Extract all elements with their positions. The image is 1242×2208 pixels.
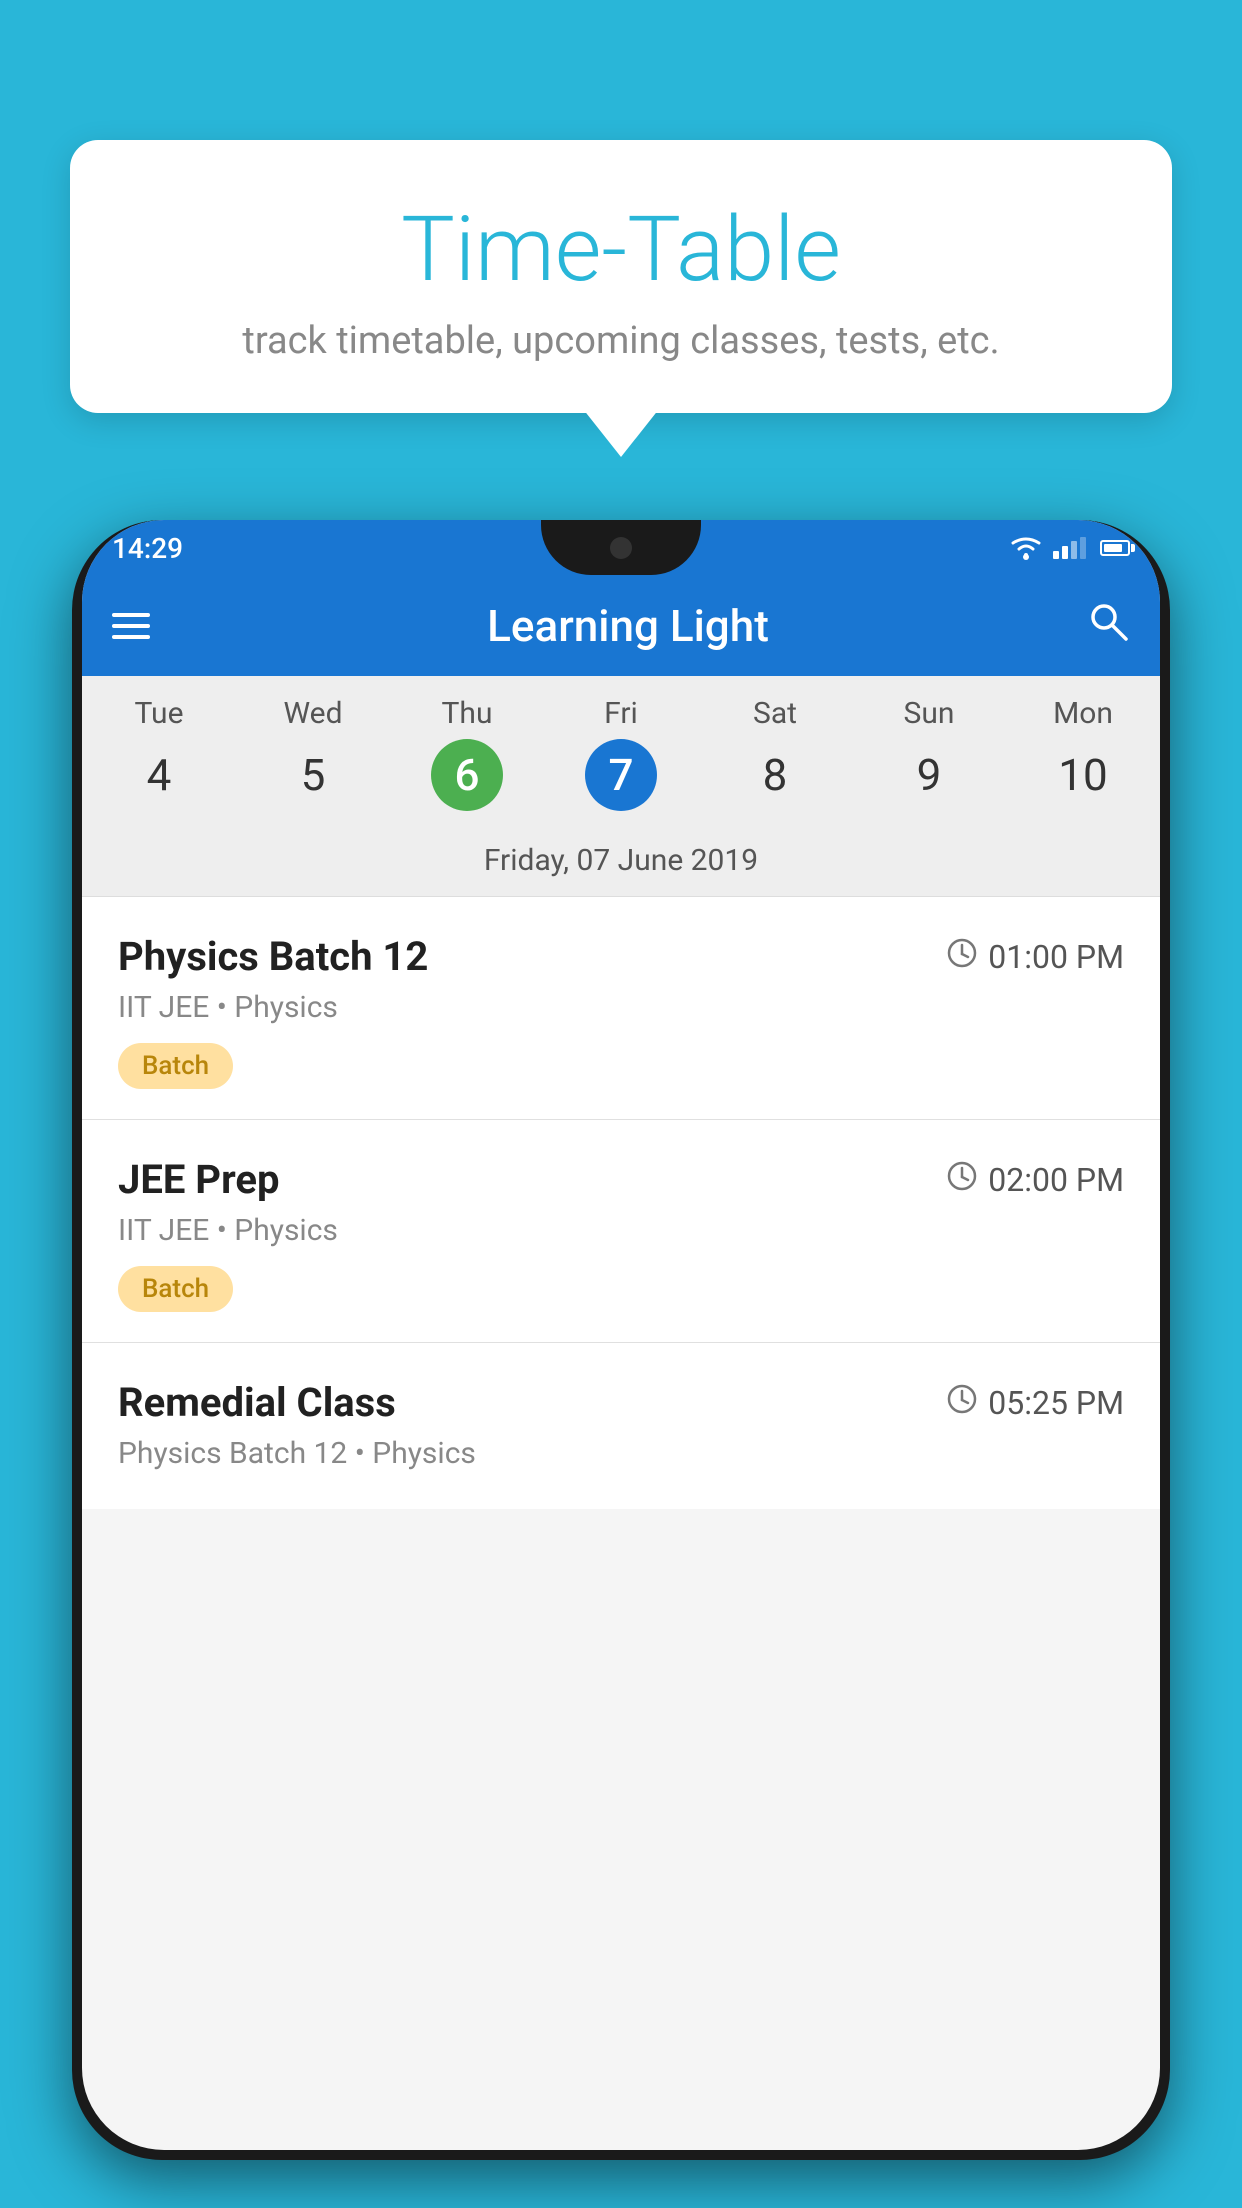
signal-icon [1053,537,1086,559]
day-numbers: 4 5 6 7 8 9 10 [82,731,1160,831]
schedule-item-1[interactable]: Physics Batch 12 01:00 PM [82,897,1160,1120]
schedule-item-3-title: Remedial Class [118,1379,396,1426]
day-8[interactable]: 8 [698,749,852,801]
day-5[interactable]: 5 [236,749,390,801]
schedule-item-3-time: 05:25 PM [946,1383,1124,1423]
phone-wrapper: 14:29 [72,520,1170,2208]
schedule-list: Physics Batch 12 01:00 PM [82,897,1160,1509]
phone-screen: 14:29 [82,520,1160,2150]
schedule-item-1-header: Physics Batch 12 01:00 PM [118,933,1124,980]
day-7-selected[interactable]: 7 [544,739,698,811]
clock-icon-2 [946,1160,978,1200]
phone-frame: 14:29 [72,520,1170,2160]
clock-icon-1 [946,937,978,977]
day-header-wed: Wed [236,696,390,731]
speech-bubble: Time-Table track timetable, upcoming cla… [70,140,1172,413]
schedule-item-1-time: 01:00 PM [946,937,1124,977]
schedule-item-2-title: JEE Prep [118,1156,279,1203]
calendar-strip: Tue Wed Thu Fri Sat Sun Mon 4 5 6 7 [82,676,1160,897]
day-header-tue: Tue [82,696,236,731]
search-button[interactable] [1086,599,1130,654]
camera-dot [610,537,632,559]
day-header-sat: Sat [698,696,852,731]
schedule-item-2-header: JEE Prep 02:00 PM [118,1156,1124,1203]
schedule-item-3[interactable]: Remedial Class 05:25 PM [82,1343,1160,1509]
notch [541,520,701,575]
schedule-item-3-time-text: 05:25 PM [988,1384,1124,1422]
day-header-thu: Thu [390,696,544,731]
day-6-today[interactable]: 6 [390,739,544,811]
schedule-item-2-time-text: 02:00 PM [988,1161,1124,1199]
selected-date: Friday, 07 June 2019 [82,831,1160,897]
status-bar: 14:29 [82,520,1160,576]
bubble-title: Time-Table [110,200,1132,299]
schedule-item-2-badge: Batch [118,1266,233,1312]
day-header-sun: Sun [852,696,1006,731]
schedule-item-1-time-text: 01:00 PM [988,938,1124,976]
clock-icon-3 [946,1383,978,1423]
schedule-item-3-sub: Physics Batch 12 • Physics [118,1436,1124,1471]
battery-icon [1100,540,1130,556]
status-time: 14:29 [112,532,183,565]
day-9[interactable]: 9 [852,749,1006,801]
app-title: Learning Light [200,600,1056,652]
schedule-item-1-badge: Batch [118,1043,233,1089]
hamburger-menu-button[interactable] [112,613,150,639]
wifi-icon [1009,535,1043,561]
schedule-item-2-time: 02:00 PM [946,1160,1124,1200]
app-bar: Learning Light [82,576,1160,676]
schedule-item-2[interactable]: JEE Prep 02:00 PM [82,1120,1160,1343]
day-4[interactable]: 4 [82,749,236,801]
status-icons [1009,535,1130,561]
day-header-mon: Mon [1006,696,1160,731]
day-10[interactable]: 10 [1006,749,1160,801]
day-header-fri: Fri [544,696,698,731]
bubble-subtitle: track timetable, upcoming classes, tests… [110,319,1132,363]
schedule-item-2-sub: IIT JEE • Physics [118,1213,1124,1248]
schedule-item-1-title: Physics Batch 12 [118,933,428,980]
day-headers: Tue Wed Thu Fri Sat Sun Mon [82,676,1160,731]
schedule-item-3-header: Remedial Class 05:25 PM [118,1379,1124,1426]
schedule-item-1-sub: IIT JEE • Physics [118,990,1124,1025]
